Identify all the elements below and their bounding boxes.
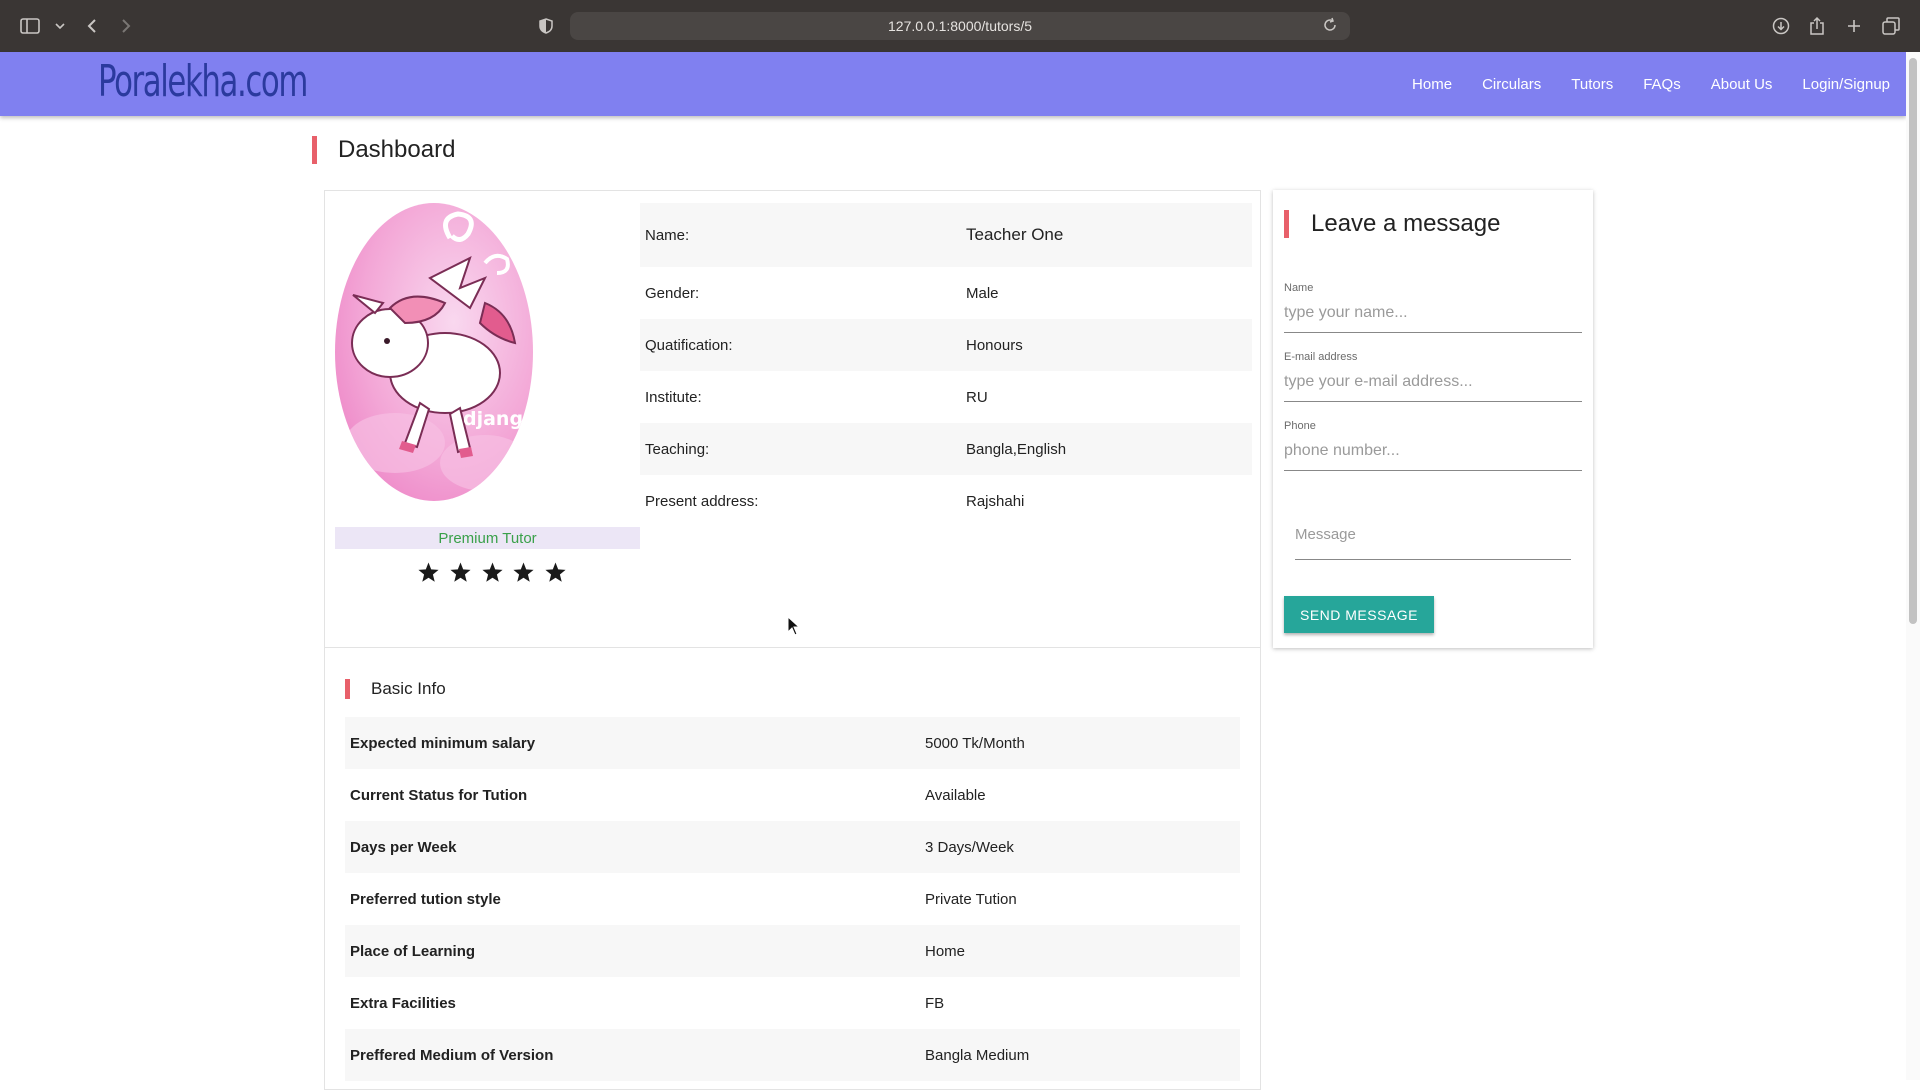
- info-value: Home: [925, 942, 966, 960]
- download-icon[interactable]: [1769, 14, 1793, 38]
- table-row: Expected minimum salary 5000 Tk/Month: [345, 717, 1240, 769]
- info-label: Place of Learning: [350, 942, 476, 960]
- name-field: Name: [1284, 282, 1582, 333]
- tutor-profile-card: django Premium Tutor Name: Teacher One G…: [324, 190, 1261, 1090]
- phone-field: Phone: [1284, 420, 1582, 471]
- message-textarea[interactable]: [1295, 520, 1571, 560]
- phone-input[interactable]: [1284, 436, 1582, 471]
- detail-label: Institute:: [645, 388, 702, 406]
- url-text: 127.0.0.1:8000/tutors/5: [888, 18, 1032, 34]
- name-label: Name: [1284, 282, 1314, 294]
- forward-icon[interactable]: [114, 14, 138, 38]
- nav-home[interactable]: Home: [1412, 76, 1452, 93]
- detail-label: Present address:: [645, 492, 759, 510]
- detail-value: Honours: [966, 336, 1023, 354]
- basic-info-table: Expected minimum salary 5000 Tk/Month Cu…: [345, 717, 1240, 1081]
- site-navbar: Poralekha.com Home Circulars Tutors FAQs…: [0, 52, 1906, 116]
- unicorn-illustration: django: [345, 211, 533, 491]
- page-scrollbar-thumb[interactable]: [1909, 58, 1917, 624]
- basic-info-heading: Basic Info: [345, 679, 446, 699]
- info-value: 5000 Tk/Month: [925, 734, 1025, 752]
- detail-row-gender: Gender: Male: [640, 267, 1252, 319]
- detail-row-qualification: Quatification: Honours: [640, 319, 1252, 371]
- info-value: Private Tution: [925, 890, 1017, 908]
- detail-row-name: Name: Teacher One: [640, 203, 1252, 267]
- page-title-block: Dashboard: [312, 136, 455, 164]
- detail-row-institute: Institute: RU: [640, 371, 1252, 423]
- page-title: Dashboard: [338, 136, 456, 163]
- detail-row-present-address: Present address: Rajshahi: [640, 475, 1252, 527]
- section-title: Basic Info: [371, 679, 446, 698]
- detail-value: Teacher One: [966, 225, 1064, 244]
- message-heading: Leave a message: [1284, 210, 1500, 238]
- premium-tutor-badge: Premium Tutor: [335, 527, 640, 549]
- rating-stars: [417, 555, 567, 589]
- info-label: Extra Facilities: [350, 994, 456, 1012]
- nav-about-us[interactable]: About Us: [1711, 76, 1773, 93]
- detail-label: Quatification:: [645, 336, 733, 354]
- browser-toolbar: 127.0.0.1:8000/tutors/5: [0, 0, 1920, 52]
- info-label: Preffered Medium of Version: [350, 1046, 554, 1064]
- table-row: Current Status for Tution Available: [345, 769, 1240, 821]
- tutor-avatar: django: [335, 203, 533, 501]
- back-icon[interactable]: [80, 14, 104, 38]
- nav-tutors[interactable]: Tutors: [1571, 76, 1613, 93]
- message-title: Leave a message: [1311, 210, 1501, 237]
- mouse-cursor-icon: [787, 616, 801, 636]
- nav-login-signup[interactable]: Login/Signup: [1802, 76, 1890, 93]
- message-field: [1295, 520, 1571, 560]
- nav-circulars[interactable]: Circulars: [1482, 76, 1541, 93]
- reload-icon[interactable]: [1322, 17, 1340, 35]
- detail-label: Name:: [645, 226, 690, 244]
- email-input[interactable]: [1284, 367, 1582, 402]
- phone-label: Phone: [1284, 420, 1316, 432]
- star-icon: [450, 561, 471, 582]
- star-icon: [481, 561, 503, 582]
- detail-value: Male: [966, 284, 999, 302]
- star-icon: [418, 561, 439, 582]
- info-label: Preferred tution style: [350, 890, 501, 908]
- detail-label: Gender:: [645, 284, 700, 302]
- nav-links: Home Circulars Tutors FAQs About Us Logi…: [1382, 52, 1890, 116]
- table-row: Preffered Medium of Version Bangla Mediu…: [345, 1029, 1240, 1081]
- site-logo[interactable]: Poralekha.com: [98, 56, 308, 107]
- chevron-down-icon[interactable]: [48, 14, 72, 38]
- info-value: FB: [925, 994, 945, 1012]
- detail-value: Rajshahi: [966, 492, 1025, 510]
- detail-value: RU: [966, 388, 988, 406]
- info-label: Expected minimum salary: [350, 734, 536, 752]
- info-value: 3 Days/Week: [925, 838, 1014, 856]
- share-icon[interactable]: [1805, 14, 1829, 38]
- detail-row-teaching: Teaching: Bangla,English: [640, 423, 1252, 475]
- detail-label: Teaching:: [645, 440, 710, 458]
- table-row: Place of Learning Home: [345, 925, 1240, 977]
- table-row: Extra Facilities FB: [345, 977, 1240, 1029]
- star-icon: [545, 561, 566, 582]
- detail-value: Bangla,English: [966, 440, 1067, 458]
- table-row: Days per Week 3 Days/Week: [345, 821, 1240, 873]
- card-divider: [325, 647, 1260, 648]
- tutor-details-table: Name: Teacher One Gender: Male Quatifica…: [640, 203, 1252, 527]
- leave-message-card: Leave a message Name E-mail address Phon…: [1273, 190, 1593, 648]
- email-field: E-mail address: [1284, 351, 1582, 402]
- info-label: Days per Week: [350, 838, 457, 856]
- info-label: Current Status for Tution: [350, 786, 528, 804]
- info-value: Bangla Medium: [925, 1046, 1030, 1064]
- star-icon: [513, 561, 534, 582]
- info-value: Available: [925, 786, 986, 804]
- table-row: Preferred tution style Private Tution: [345, 873, 1240, 925]
- sidebar-toggle-icon[interactable]: [18, 14, 42, 38]
- new-tab-icon[interactable]: [1842, 14, 1866, 38]
- send-message-button[interactable]: SEND MESSAGE: [1284, 596, 1434, 633]
- name-input[interactable]: [1284, 298, 1582, 333]
- shield-icon[interactable]: [534, 14, 558, 38]
- email-label: E-mail address: [1284, 351, 1358, 363]
- tab-overview-icon[interactable]: [1879, 14, 1903, 38]
- avatar-caption: django: [463, 408, 533, 430]
- nav-faqs[interactable]: FAQs: [1643, 76, 1681, 93]
- address-bar[interactable]: 127.0.0.1:8000/tutors/5: [570, 12, 1350, 40]
